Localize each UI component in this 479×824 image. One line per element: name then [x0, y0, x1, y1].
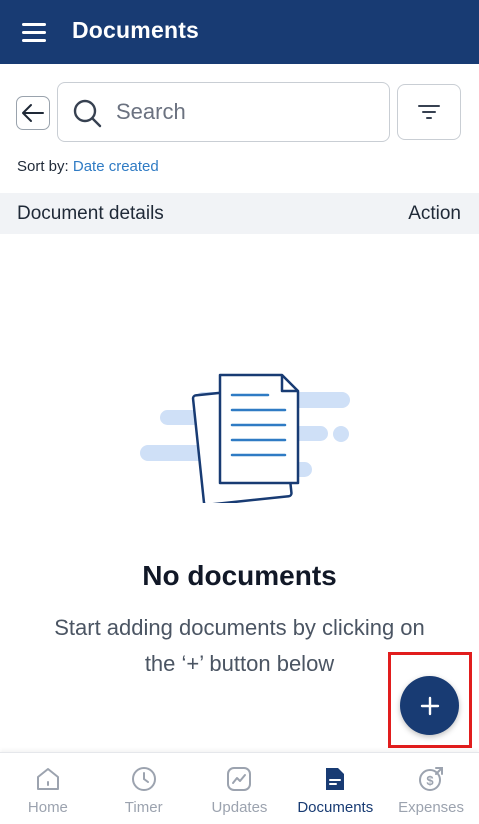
- empty-documents-illustration: [140, 373, 350, 503]
- arrow-left-icon: [22, 104, 44, 122]
- nav-item-expenses[interactable]: $ Expenses: [383, 753, 479, 824]
- table-header: Document details Action: [0, 193, 479, 234]
- empty-state-subtitle: Start adding documents by clicking on th…: [54, 615, 425, 676]
- chart-line-icon: [227, 767, 252, 791]
- sort-by: Sort by: Date created: [17, 158, 159, 175]
- nav-item-documents[interactable]: Documents: [287, 753, 383, 824]
- sort-by-label: Sort by:: [17, 158, 69, 175]
- add-document-button[interactable]: [400, 676, 459, 735]
- filter-icon: [418, 105, 440, 119]
- page-title: Documents: [72, 17, 200, 43]
- sort-by-value[interactable]: Date created: [73, 158, 159, 175]
- column-header-action: Action: [408, 203, 461, 224]
- nav-label-updates: Updates: [211, 799, 268, 816]
- clock-icon: [131, 767, 156, 791]
- menu-icon[interactable]: [20, 20, 48, 44]
- nav-label-documents: Documents: [297, 799, 374, 816]
- nav-label-timer: Timer: [124, 799, 163, 816]
- top-app-bar: Documents: [0, 0, 479, 64]
- bottom-navigation: Home Timer Updates Documents $ Expenses: [0, 752, 479, 824]
- document-icon: [326, 768, 345, 790]
- nav-item-home[interactable]: Home: [0, 753, 96, 824]
- svg-text:$: $: [426, 773, 434, 788]
- nav-item-updates[interactable]: Updates: [192, 753, 288, 824]
- nav-label-home: Home: [27, 799, 68, 816]
- home-icon: [36, 768, 59, 790]
- search-input[interactable]: [116, 93, 376, 131]
- column-header-details: Document details: [17, 203, 164, 224]
- search-box[interactable]: [57, 82, 390, 142]
- search-icon: [73, 99, 102, 128]
- back-button[interactable]: [16, 96, 50, 130]
- empty-state-title: No documents: [142, 560, 337, 591]
- plus-icon: [420, 696, 439, 715]
- nav-item-timer[interactable]: Timer: [96, 753, 192, 824]
- dollar-coin-icon: $: [419, 767, 444, 791]
- nav-label-expenses: Expenses: [398, 799, 465, 816]
- filter-button[interactable]: [397, 84, 461, 140]
